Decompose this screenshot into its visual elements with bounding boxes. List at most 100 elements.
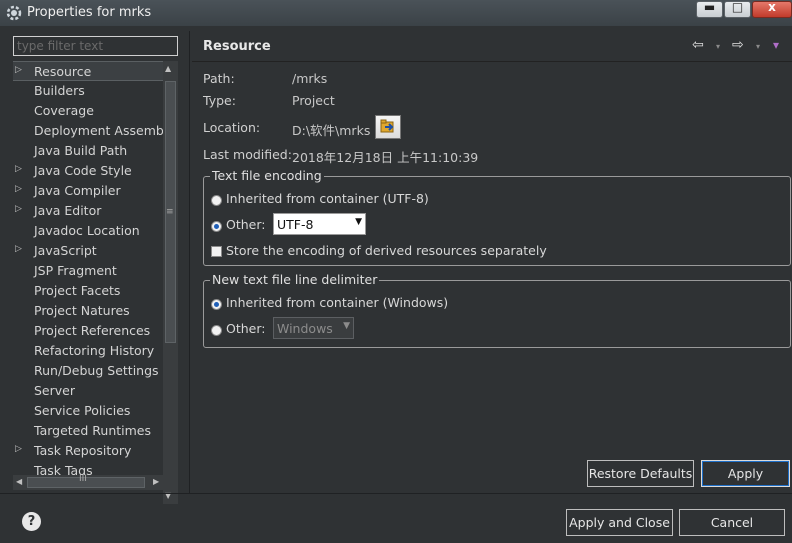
chevron-down-icon: ▼ — [343, 321, 350, 331]
tree-item[interactable]: JSP Fragment — [13, 261, 163, 281]
store-derived-checkbox[interactable] — [211, 246, 222, 257]
scroll-up-icon[interactable]: ▲ — [165, 64, 171, 73]
delimiter-inherited-label[interactable]: Inherited from container (Windows) — [226, 295, 448, 310]
path-value: /mrks — [292, 71, 328, 86]
title-bar: Properties for mrks ▬ □ x — [0, 0, 792, 26]
expand-arrow-icon[interactable]: ▷ — [15, 204, 22, 214]
text-encoding-group: Text file encoding Inherited from contai… — [203, 168, 791, 266]
line-delimiter-group: New text file line delimiter Inherited f… — [203, 272, 791, 348]
tree-item[interactable]: Service Policies — [13, 401, 163, 421]
window-title: Properties for mrks — [27, 5, 152, 20]
expand-arrow-icon[interactable]: ▷ — [15, 444, 22, 454]
filter-field[interactable] — [13, 36, 178, 56]
tree-item-label: Project References — [34, 323, 151, 338]
encoding-other-radio[interactable] — [211, 221, 222, 232]
location-label: Location: — [203, 120, 261, 135]
type-label: Type: — [203, 93, 236, 108]
minimize-button[interactable]: ▬ — [696, 0, 723, 18]
tree-item-label: Refactoring History — [34, 343, 155, 358]
tree-item-label: Java Compiler — [34, 183, 121, 198]
back-arrow-icon[interactable]: ⇦ — [692, 37, 704, 53]
scroll-grip-icon: ≡ — [166, 207, 174, 217]
encoding-inherited-label[interactable]: Inherited from container (UTF-8) — [226, 191, 429, 206]
tree-item[interactable]: Javadoc Location — [13, 221, 163, 241]
tree-item[interactable]: Refactoring History — [13, 341, 163, 361]
delimiter-inherited-radio[interactable] — [211, 299, 222, 310]
type-value: Project — [292, 93, 335, 108]
folder-open-icon — [380, 119, 394, 133]
tree-item[interactable]: Deployment Assembly — [13, 121, 163, 141]
tree-item-label: Deployment Assembly — [34, 123, 163, 138]
back-dropdown-icon[interactable]: ▾ — [716, 42, 720, 51]
tree-item-label: Task Repository — [34, 443, 132, 458]
show-in-explorer-button[interactable] — [375, 115, 401, 139]
tree-item-label: Resource — [34, 64, 92, 79]
line-delimiter-legend: New text file line delimiter — [210, 272, 380, 287]
hscroll-grip-icon: III — [79, 474, 87, 484]
category-tree: ▷ Resource Builders Coverage Deployment Asse… — [13, 61, 163, 504]
store-derived-label[interactable]: Store the encoding of derived resources … — [226, 243, 547, 258]
path-label: Path: — [203, 71, 235, 86]
page-header: Resource ⇦ ▾ ⇨ ▾ ▾ — [192, 31, 792, 62]
tree-item-label: Coverage — [34, 103, 94, 118]
tree-vertical-scrollbar[interactable]: ▲ ≡ ▼ — [163, 61, 178, 504]
tree-item[interactable]: Project Facets — [13, 281, 163, 301]
tree-item-label: Java Editor — [34, 203, 102, 218]
tree-item-label: Project Facets — [34, 283, 121, 298]
expand-arrow-icon[interactable]: ▷ — [15, 184, 22, 194]
expand-arrow-icon[interactable]: ▷ — [15, 65, 22, 75]
encoding-other-label[interactable]: Other: — [226, 217, 265, 232]
expand-arrow-icon[interactable]: ▷ — [15, 244, 22, 254]
tree-item-label: Java Code Style — [34, 163, 132, 178]
apply-button[interactable]: Apply — [701, 460, 790, 487]
text-encoding-legend: Text file encoding — [210, 168, 324, 183]
encoding-select[interactable]: UTF-8 ▼ — [273, 213, 366, 235]
encoding-inherited-radio[interactable] — [211, 195, 222, 206]
tree-item[interactable]: Project References — [13, 321, 163, 341]
close-button[interactable]: x — [752, 0, 792, 18]
last-modified-value: 2018年12月18日 上午11:10:39 — [292, 150, 479, 165]
left-panel: ▷ Resource Builders Coverage Deployment Asse… — [8, 31, 183, 504]
filter-input[interactable] — [14, 37, 177, 55]
delimiter-other-radio[interactable] — [211, 325, 222, 336]
tree-item[interactable]: ▷ Java Compiler — [13, 181, 163, 201]
tree-item[interactable]: Server — [13, 381, 163, 401]
chevron-down-icon: ▼ — [355, 217, 362, 227]
tree-item[interactable]: ▷ Java Editor — [13, 201, 163, 221]
scroll-right-icon[interactable]: ▶ — [153, 477, 159, 486]
tree-item[interactable]: Java Build Path — [13, 141, 163, 161]
tree-item[interactable]: Targeted Runtimes — [13, 421, 163, 441]
tree-item[interactable]: ▷ Task Repository — [13, 441, 163, 461]
page-title: Resource — [203, 39, 271, 54]
scroll-left-icon[interactable]: ◀ — [16, 477, 22, 486]
tree-item[interactable]: Project Natures — [13, 301, 163, 321]
tree-item[interactable]: ▷ Java Code Style — [13, 161, 163, 181]
forward-dropdown-icon[interactable]: ▾ — [756, 42, 760, 51]
properties-page: Resource ⇦ ▾ ⇨ ▾ ▾ Path: /mrks Type: Pro… — [192, 31, 792, 493]
gear-icon — [6, 5, 22, 21]
panel-divider[interactable] — [189, 31, 190, 493]
tree-item-label: Server — [34, 383, 75, 398]
tree-item[interactable]: ▷ JavaScript — [13, 241, 163, 261]
delimiter-other-label[interactable]: Other: — [226, 321, 265, 336]
delimiter-select[interactable]: Windows ▼ — [273, 317, 354, 339]
restore-defaults-button[interactable]: Restore Defaults — [587, 460, 694, 487]
tree-item-label: Service Policies — [34, 403, 131, 418]
tree-item[interactable]: Run/Debug Settings — [13, 361, 163, 381]
tree-item-label: Targeted Runtimes — [34, 423, 151, 438]
location-value: D:\软件\mrks — [292, 123, 371, 138]
tree-item[interactable]: Coverage — [13, 101, 163, 121]
footer-separator — [0, 493, 792, 494]
tree-item[interactable]: ▷ Resource — [13, 61, 163, 81]
tree-item[interactable]: Builders — [13, 81, 163, 101]
expand-arrow-icon[interactable]: ▷ — [15, 164, 22, 174]
tree-horizontal-scrollbar[interactable]: ◀ III ▶ — [13, 474, 163, 490]
cancel-button[interactable]: Cancel — [679, 509, 785, 536]
tree-item-label: Project Natures — [34, 303, 130, 318]
maximize-button[interactable]: □ — [724, 0, 751, 18]
forward-arrow-icon[interactable]: ⇨ — [732, 37, 744, 53]
tree-item-label: Builders — [34, 83, 85, 98]
help-icon[interactable]: ? — [22, 512, 41, 531]
apply-and-close-button[interactable]: Apply and Close — [566, 509, 673, 536]
view-menu-icon[interactable]: ▾ — [773, 38, 779, 52]
